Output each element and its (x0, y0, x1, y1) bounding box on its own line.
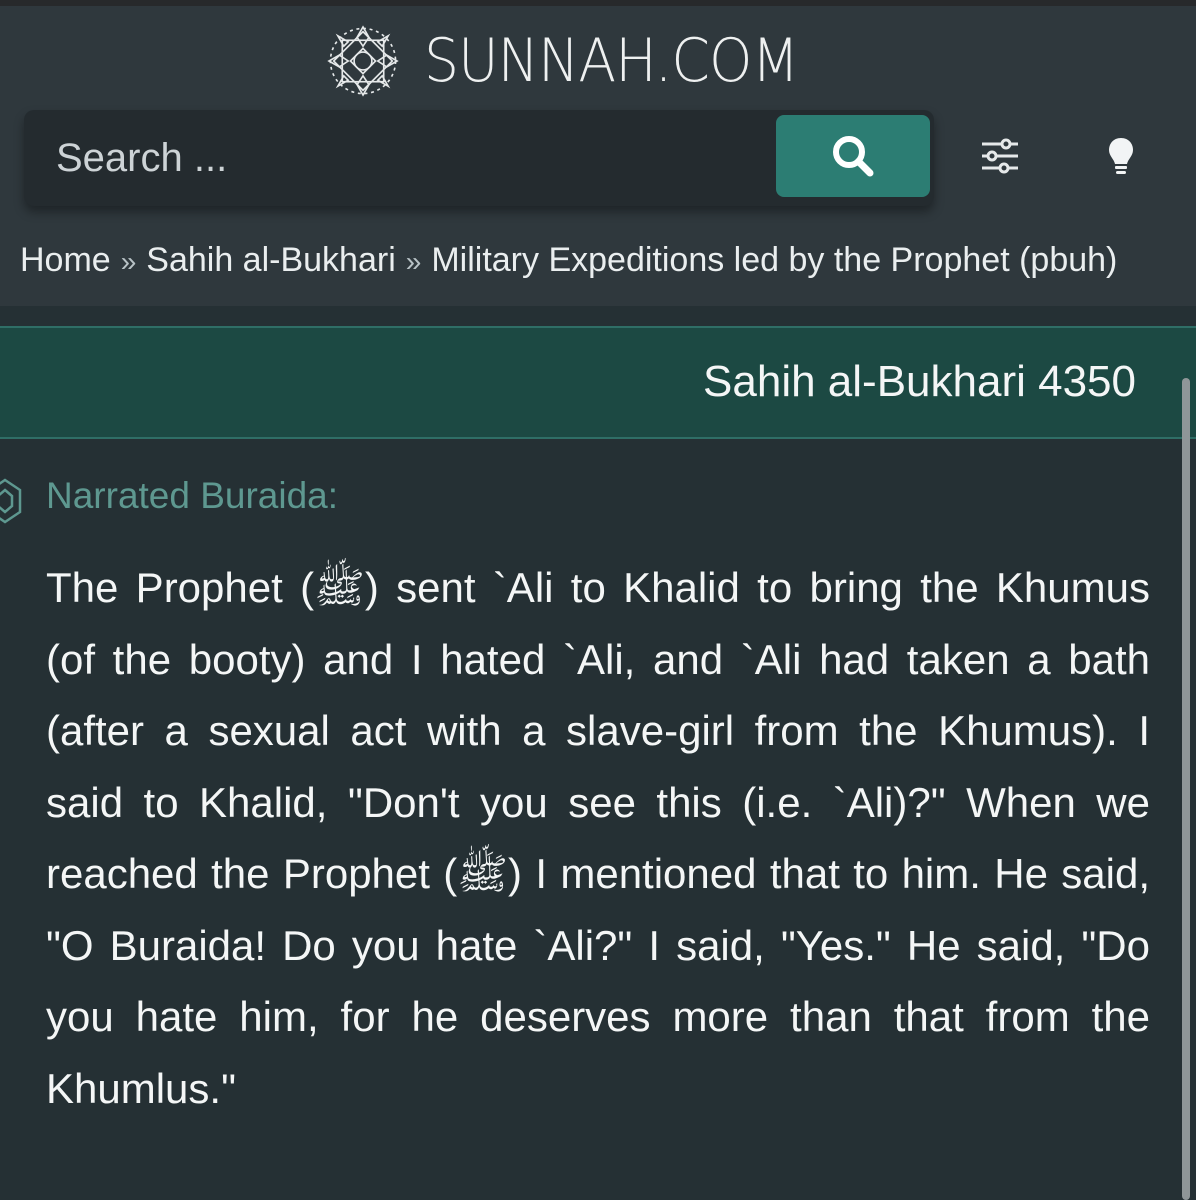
breadcrumb-collection-link[interactable]: Sahih al-Bukhari (146, 241, 395, 279)
narrator-line: Narrated Buraida: (46, 475, 339, 516)
breadcrumb-separator: » (405, 246, 422, 277)
sliders-icon (982, 138, 1018, 174)
hadith-reference-title: Sahih al-Bukhari 4350 (703, 357, 1136, 406)
breadcrumb-home-link[interactable]: Home (20, 241, 111, 279)
ornament-icon (0, 478, 22, 524)
settings-button[interactable] (978, 134, 1022, 178)
site-logo[interactable]: SUNNAH.COM (326, 24, 831, 98)
hadith-title-bar: Sahih al-Bukhari 4350 (0, 326, 1196, 439)
breadcrumb: Home » Sahih al-Bukhari » Military Expeditio… (20, 238, 1196, 284)
site-name: SUNNAH.COM (424, 26, 799, 96)
theme-toggle-button[interactable] (1102, 134, 1140, 178)
hadith-text: The Prophet (ﷺ) sent `Ali to Khalid to b… (46, 564, 1150, 1112)
search-input[interactable] (24, 110, 764, 206)
breadcrumb-separator: » (120, 246, 137, 277)
search-button[interactable] (776, 115, 930, 197)
scrollbar[interactable] (1182, 378, 1190, 1200)
header-edge (0, 0, 1196, 6)
logo-pattern-icon (327, 25, 399, 97)
breadcrumb-chapter-link[interactable]: Military Expeditions led by the Prophet … (431, 241, 1117, 279)
search-icon (833, 136, 874, 177)
lightbulb-icon (1109, 138, 1133, 174)
